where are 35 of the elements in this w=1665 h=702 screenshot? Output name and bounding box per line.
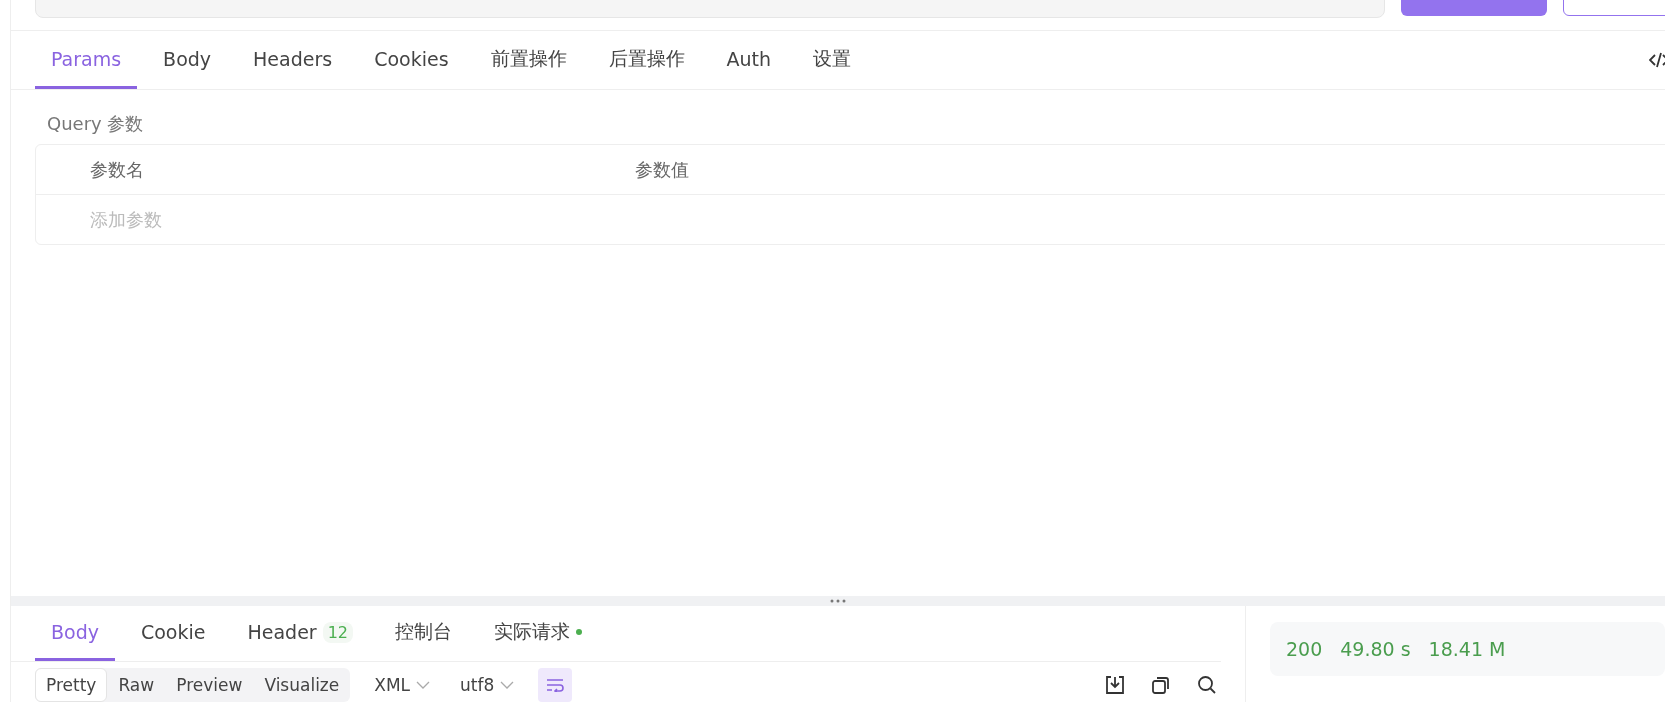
section-title: Query 参数	[46, 112, 145, 136]
response-time: 49.80 s	[1340, 638, 1411, 660]
column-header: 参数值	[635, 157, 690, 182]
view-mode-tab[interactable]: Raw	[107, 668, 166, 702]
request-tab[interactable]: Body	[147, 31, 228, 89]
code-icon[interactable]	[1649, 52, 1665, 68]
request-tab[interactable]: 后置操作	[592, 31, 701, 89]
count-badge: 12	[322, 621, 353, 643]
view-mode-tab[interactable]: Pretty	[35, 668, 108, 702]
request-tab[interactable]: Headers	[237, 31, 349, 89]
wrap-icon	[546, 678, 565, 692]
grip-icon	[830, 599, 846, 603]
request-tab[interactable]: 前置操作	[474, 31, 583, 89]
status-code: 200	[1286, 638, 1323, 660]
request-tab[interactable]: 设置	[797, 31, 868, 89]
copy-icon	[1151, 675, 1171, 695]
search-icon	[1197, 675, 1217, 695]
response-tab[interactable]: 控制台	[379, 606, 468, 661]
column-header: 参数名	[90, 157, 145, 182]
chevron-down-icon	[416, 680, 431, 690]
response-size: 18.41 M	[1428, 638, 1506, 660]
word-wrap-button[interactable]	[538, 668, 573, 702]
view-mode-tab[interactable]: Preview	[165, 668, 254, 702]
request-tab[interactable]: Params	[35, 31, 138, 89]
download-icon	[1105, 675, 1125, 695]
response-tab[interactable]: Header 12	[231, 606, 369, 661]
request-tab[interactable]: Cookies	[358, 31, 465, 89]
encoding-dropdown[interactable]: utf8	[454, 674, 521, 696]
request-tab[interactable]: Auth	[710, 31, 788, 89]
response-tab[interactable]: Cookie	[124, 606, 222, 661]
chevron-down-icon	[500, 680, 515, 690]
view-mode-tab[interactable]: Visualize	[253, 668, 351, 702]
response-tab[interactable]: Body	[35, 606, 115, 661]
response-tab[interactable]: 实际请求	[478, 606, 598, 661]
format-dropdown[interactable]: XML	[368, 674, 437, 696]
